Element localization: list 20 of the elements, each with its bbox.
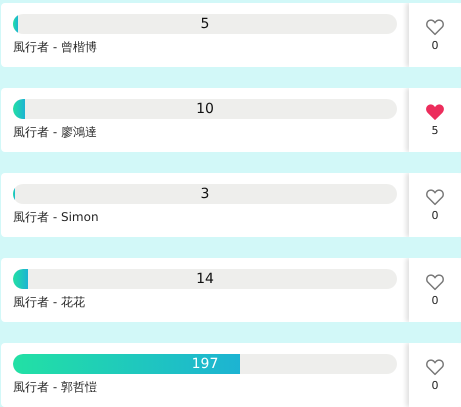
- heart-icon[interactable]: [425, 18, 445, 36]
- progress-count: 10: [196, 101, 214, 117]
- heart-icon[interactable]: [425, 188, 445, 206]
- heart-icon[interactable]: [425, 358, 445, 376]
- like-count: 0: [432, 294, 438, 307]
- like-count: 5: [432, 124, 438, 137]
- entry-name: 風行者 - 曾楷博: [13, 39, 98, 56]
- progress-count: 14: [196, 271, 214, 287]
- like-count: 0: [432, 209, 438, 222]
- entry-name: 風行者 - 廖鴻達: [13, 124, 98, 141]
- like-count: 0: [432, 379, 438, 392]
- heart-icon[interactable]: [425, 103, 445, 121]
- like-count: 0: [432, 39, 438, 52]
- entry-name: 風行者 - 花花: [13, 294, 86, 311]
- heart-icon[interactable]: [425, 273, 445, 291]
- progress-count: 5: [200, 16, 210, 32]
- progress-count: 197: [192, 356, 218, 372]
- entry-name: 風行者 - 郭哲愷: [13, 379, 98, 396]
- progress-count: 3: [200, 186, 210, 202]
- entry-name: 風行者 - Simon: [13, 209, 100, 226]
